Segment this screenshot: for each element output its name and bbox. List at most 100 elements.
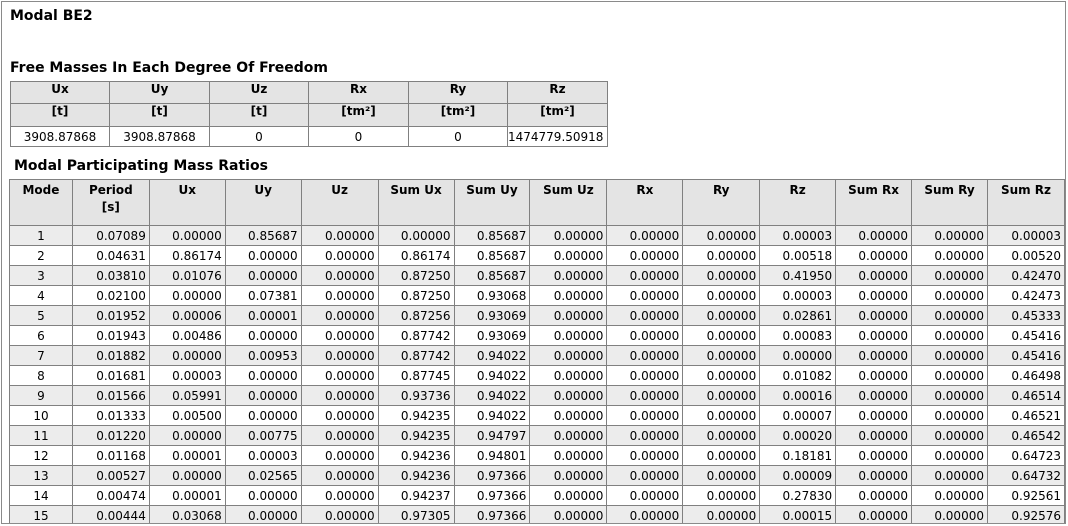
- table-cell: 0.01082: [759, 365, 837, 386]
- mode-number-cell: 5: [9, 305, 73, 326]
- table-cell: 0.94237: [377, 485, 455, 506]
- table-cell: 0.45333: [986, 305, 1065, 326]
- table-cell: 0.00003: [224, 445, 302, 466]
- table-row: 12 0.01168 0.00001 0.00003 0.00000 0.94236 0.9…: [9, 445, 1065, 466]
- table-row: 15 0.00444 0.03068 0.00000 0.00000 0.97305 0.9…: [9, 505, 1065, 523]
- table-cell: 0.00000: [529, 445, 608, 466]
- table-cell: 0.00003: [759, 225, 837, 246]
- table-cell: 0.00000: [911, 425, 988, 446]
- column-unit-uz: [t]: [209, 103, 309, 127]
- table-row: 8 0.01681 0.00003 0.00000 0.00000 0.87745 0.94…: [9, 365, 1065, 386]
- free-masses-value-row: 3908.87868 3908.87868 0 0 0 1474779.5091…: [10, 126, 608, 147]
- table-cell: 0.00000: [606, 365, 684, 386]
- column-header-uy: Uy: [109, 81, 210, 104]
- table-cell: 0.00000: [300, 505, 379, 523]
- mode-number-cell: 12: [9, 445, 73, 466]
- table-cell: 0.85687: [453, 265, 531, 286]
- table-cell: 0.00000: [682, 425, 761, 446]
- mode-number-cell: 13: [9, 465, 73, 486]
- column-header-sum-ry: Sum Ry: [911, 179, 988, 226]
- table-cell: 0.00000: [606, 385, 684, 406]
- report-title: Modal BE2: [10, 8, 93, 24]
- table-cell: 0.00000: [835, 265, 913, 286]
- table-cell: 0: [209, 126, 309, 147]
- table-cell: 0.97366: [453, 465, 531, 486]
- table-cell: 0.00000: [300, 385, 379, 406]
- table-cell: 0.00000: [759, 345, 837, 366]
- column-header-label: Rx: [636, 183, 654, 197]
- table-cell: 0.00000: [224, 405, 302, 426]
- table-cell: 0.00000: [148, 465, 226, 486]
- mode-number-cell: 8: [9, 365, 73, 386]
- table-cell: 0.00000: [224, 505, 302, 523]
- modal-ratios-header-row: Mode Period [s] Ux Uy Uz Sum Ux Sum Uy Sum Uz Rx R…: [9, 179, 1065, 226]
- table-cell: 0.00000: [682, 285, 761, 306]
- table-cell: 0.00000: [529, 465, 608, 486]
- table-cell: 0.00000: [529, 345, 608, 366]
- table-cell: 0.00083: [759, 325, 837, 346]
- table-cell: 0.00000: [606, 425, 684, 446]
- table-cell: 0.01566: [71, 385, 150, 406]
- table-cell: 0.97366: [453, 505, 531, 523]
- table-cell: 0.00000: [682, 445, 761, 466]
- table-cell: 0.00000: [911, 225, 988, 246]
- table-cell: 0.00000: [529, 385, 608, 406]
- table-row: 1 0.07089 0.00000 0.85687 0.00000 0.00000 0.85…: [9, 225, 1065, 246]
- table-cell: 0.97305: [377, 505, 455, 523]
- table-cell: 0.00000: [682, 245, 761, 266]
- table-cell: 0.03810: [71, 265, 150, 286]
- table-cell: 0.00474: [71, 485, 150, 506]
- table-cell: 0.00000: [835, 345, 913, 366]
- table-cell: 0.00000: [529, 265, 608, 286]
- table-cell: 0.00000: [606, 305, 684, 326]
- table-cell: 0.00000: [606, 485, 684, 506]
- table-cell: 0.00003: [148, 365, 226, 386]
- table-cell: 0.00000: [911, 285, 988, 306]
- table-cell: 0.00000: [224, 365, 302, 386]
- table-cell: 0.00000: [835, 245, 913, 266]
- column-header-ux: Ux: [148, 179, 226, 226]
- mode-number-cell: 1: [9, 225, 73, 246]
- table-cell: 0.00000: [300, 265, 379, 286]
- table-cell: 0.94022: [453, 385, 531, 406]
- table-cell: 0.00003: [759, 285, 837, 306]
- table-cell: 0.00000: [300, 305, 379, 326]
- column-header-rz: Rz: [507, 81, 608, 104]
- mode-number-cell: 6: [9, 325, 73, 346]
- column-header-label: Period: [88, 183, 133, 197]
- table-cell: 0.04631: [71, 245, 150, 266]
- table-cell: 0.00000: [300, 485, 379, 506]
- table-cell: 0.01943: [71, 325, 150, 346]
- table-cell: 0.94797: [453, 425, 531, 446]
- free-masses-unit-row: [t] [t] [t] [tm²] [tm²] [tm²]: [10, 103, 608, 127]
- table-cell: 0.00000: [529, 285, 608, 306]
- table-cell: 0.00000: [911, 345, 988, 366]
- mode-number-cell: 7: [9, 345, 73, 366]
- column-header-rz: Rz: [759, 179, 837, 226]
- table-cell: 0.92561: [986, 485, 1065, 506]
- table-cell: 0.93069: [453, 325, 531, 346]
- table-cell: 0.00000: [529, 325, 608, 346]
- table-cell: 0.94022: [453, 365, 531, 386]
- table-cell: 0.01076: [148, 265, 226, 286]
- table-cell: 0.00000: [835, 505, 913, 523]
- table-cell: 0.00000: [606, 245, 684, 266]
- table-cell: 0.87256: [377, 305, 455, 326]
- table-row: 14 0.00474 0.00001 0.00000 0.00000 0.94237 0.9…: [9, 485, 1065, 506]
- table-cell: 0.00000: [300, 345, 379, 366]
- table-cell: 0.00444: [71, 505, 150, 523]
- table-cell: 0.00000: [606, 225, 684, 246]
- table-cell: 0.42470: [986, 265, 1065, 286]
- table-cell: 0.45416: [986, 325, 1065, 346]
- table-cell: 0.87745: [377, 365, 455, 386]
- free-masses-table: Ux Uy Uz Rx Ry Rz [t] [t] [t] [tm²] [tm²…: [10, 81, 608, 147]
- table-cell: 0.00000: [911, 505, 988, 523]
- column-header-label: Ux: [178, 183, 197, 197]
- table-row: 13 0.00527 0.00000 0.02565 0.00000 0.94236 0.9…: [9, 465, 1065, 486]
- table-cell: 0.00000: [682, 305, 761, 326]
- modal-ratios-title: Modal Participating Mass Ratios: [14, 158, 268, 174]
- table-cell: 0.00000: [835, 405, 913, 426]
- table-cell: 0.46542: [986, 425, 1065, 446]
- table-cell: 0.00000: [300, 225, 379, 246]
- table-row: 2 0.04631 0.86174 0.00000 0.00000 0.86174 0.85…: [9, 245, 1065, 266]
